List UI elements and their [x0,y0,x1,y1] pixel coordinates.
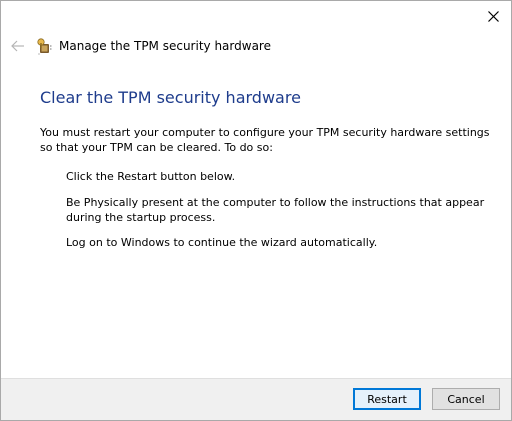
restart-button[interactable]: Restart [353,388,421,410]
page-heading: Clear the TPM security hardware [40,88,301,107]
close-button[interactable] [481,5,505,27]
step-restart: Click the Restart button below. [66,170,236,183]
back-arrow-icon [11,40,24,52]
intro-text: You must restart your computer to config… [40,126,490,154]
tpm-chip-icon [35,37,53,55]
step-log-on: Log on to Windows to continue the wizard… [66,236,378,249]
cancel-button[interactable]: Cancel [432,388,500,410]
wizard-window: Manage the TPM security hardware Clear t… [0,0,512,421]
step-physical-presence: Be Physically present at the computer to… [66,196,485,224]
button-bar: Restart Cancel [1,378,511,420]
back-button[interactable] [9,37,27,55]
close-icon [487,10,499,22]
wizard-header: Manage the TPM security hardware [9,35,271,57]
window-title: Manage the TPM security hardware [59,39,271,53]
